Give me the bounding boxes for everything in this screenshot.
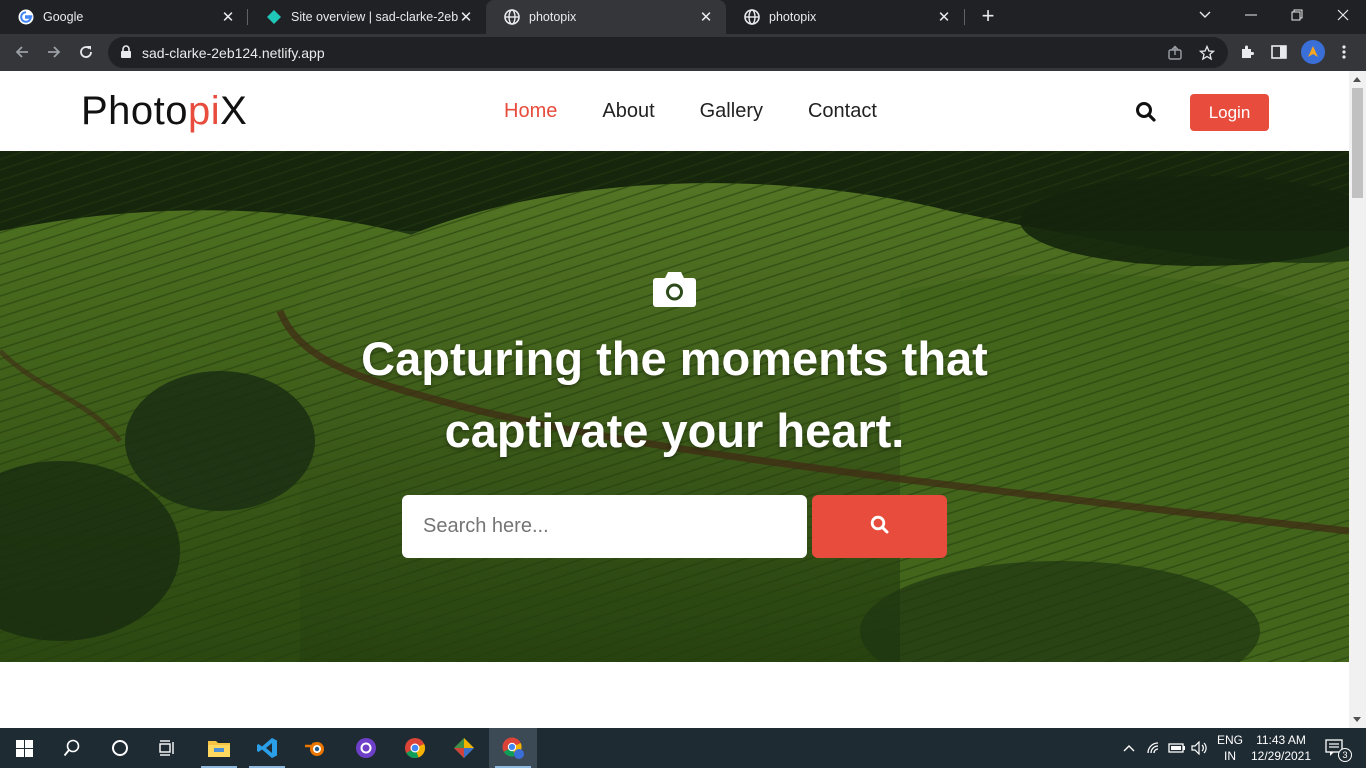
close-icon[interactable]: ✕ <box>698 9 714 26</box>
hero-headline: Capturing the moments that captivate you… <box>250 323 1099 467</box>
scroll-thumb[interactable] <box>1352 88 1363 198</box>
github-desktop-icon[interactable] <box>342 728 390 768</box>
bookmark-star-icon[interactable] <box>1199 45 1215 61</box>
tab-title: photopix <box>769 10 817 24</box>
camera-icon <box>652 269 697 309</box>
lock-icon <box>120 45 132 64</box>
address-bar[interactable]: sad-clarke-2eb124.netlify.app <box>108 37 1228 68</box>
notifications-icon[interactable]: 3 <box>1318 728 1352 768</box>
volume-icon[interactable] <box>1189 728 1211 768</box>
language-code: ENG <box>1216 733 1243 747</box>
hero-section: Capturing the moments that captivate you… <box>0 151 1349 662</box>
nav-contact[interactable]: Contact <box>808 100 877 123</box>
tab-divider <box>964 9 965 25</box>
url-text: sad-clarke-2eb124.netlify.app <box>142 45 325 61</box>
clock[interactable]: 11:43 AM 12/29/2021 <box>1248 732 1314 764</box>
git-tool-icon[interactable] <box>440 728 488 768</box>
hero-content: Capturing the moments that captivate you… <box>0 151 1349 662</box>
forward-icon[interactable] <box>41 39 67 65</box>
tab-title: Site overview | sad-clarke-2eb124 <box>291 10 458 24</box>
globe-icon <box>504 9 520 25</box>
page-scrollbar[interactable] <box>1349 71 1366 728</box>
clock-date: 12/29/2021 <box>1250 749 1312 763</box>
close-icon[interactable]: ✕ <box>220 9 236 26</box>
restore-icon[interactable] <box>1274 0 1320 30</box>
headline-line-2: captivate your heart. <box>444 404 905 457</box>
chrome-icon[interactable] <box>391 728 439 768</box>
search-icon <box>870 515 890 538</box>
tab-title: photopix <box>529 10 577 24</box>
globe-icon <box>744 9 760 25</box>
netlify-icon <box>266 9 282 25</box>
tab-site-overview[interactable]: Site overview | sad-clarke-2eb124 ✕ <box>248 0 486 34</box>
language-indicator[interactable]: ENG IN <box>1213 732 1247 764</box>
close-icon[interactable]: ✕ <box>936 9 952 26</box>
search-icon[interactable] <box>1135 101 1157 123</box>
battery-icon[interactable] <box>1166 728 1188 768</box>
page-viewport: PhotopiX Home About Gallery Contact Logi… <box>0 71 1349 728</box>
share-icon[interactable] <box>1167 45 1183 61</box>
login-button[interactable]: Login <box>1190 94 1269 131</box>
tab-google[interactable]: Google ✕ <box>0 0 248 34</box>
task-view-icon[interactable] <box>144 728 192 768</box>
tab-search-icon[interactable] <box>1182 0 1228 30</box>
vscode-icon[interactable] <box>243 728 291 768</box>
browser-toolbar: sad-clarke-2eb124.netlify.app <box>0 34 1366 71</box>
nav-home[interactable]: Home <box>504 100 557 123</box>
taskbar-search-icon[interactable] <box>48 728 96 768</box>
chrome-profile-icon[interactable] <box>489 728 537 768</box>
wifi-icon[interactable] <box>1143 728 1165 768</box>
file-explorer-icon[interactable] <box>195 728 243 768</box>
tab-photopix-active[interactable]: photopix ✕ <box>486 0 726 34</box>
tab-strip: Google ✕ Site overview | sad-clarke-2eb1… <box>0 0 1366 34</box>
hero-search-input[interactable] <box>402 495 807 558</box>
back-icon[interactable] <box>9 39 35 65</box>
nav-about[interactable]: About <box>602 100 654 123</box>
clock-time: 11:43 AM <box>1256 733 1306 747</box>
region-code: IN <box>1224 749 1236 763</box>
logo-text-part: X <box>220 89 248 133</box>
nav-gallery[interactable]: Gallery <box>700 100 763 123</box>
main-nav: Home About Gallery Contact <box>504 100 922 123</box>
site-header: PhotopiX Home About Gallery Contact Logi… <box>0 71 1349 151</box>
side-panel-icon[interactable] <box>1269 42 1289 62</box>
windows-start-icon[interactable] <box>0 728 48 768</box>
menu-kebab-icon[interactable] <box>1334 42 1354 62</box>
windows-taskbar: ENG IN 11:43 AM 12/29/2021 3 <box>0 728 1366 768</box>
google-icon <box>18 9 34 25</box>
notification-count-badge: 3 <box>1338 748 1352 762</box>
new-tab-button[interactable]: + <box>976 5 1000 29</box>
headline-line-1: Capturing the moments that <box>361 332 988 385</box>
show-hidden-icons-icon[interactable] <box>1118 728 1140 768</box>
cortana-icon[interactable] <box>96 728 144 768</box>
window-close-icon[interactable] <box>1320 0 1366 30</box>
tab-title: Google <box>43 10 84 24</box>
extensions-icon[interactable] <box>1237 42 1257 62</box>
scroll-down-icon[interactable] <box>1353 717 1361 722</box>
scroll-up-icon[interactable] <box>1353 77 1361 82</box>
minimize-icon[interactable] <box>1228 0 1274 30</box>
close-icon[interactable]: ✕ <box>458 9 474 26</box>
tab-photopix[interactable]: photopix ✕ <box>726 0 964 34</box>
logo-text-part: Photo <box>81 89 189 133</box>
blender-icon[interactable] <box>291 728 339 768</box>
hero-search-button[interactable] <box>812 495 947 558</box>
logo-text-accent: pi <box>188 89 221 133</box>
site-logo[interactable]: PhotopiX <box>81 89 247 134</box>
reload-icon[interactable] <box>73 39 99 65</box>
profile-avatar[interactable] <box>1301 40 1325 64</box>
